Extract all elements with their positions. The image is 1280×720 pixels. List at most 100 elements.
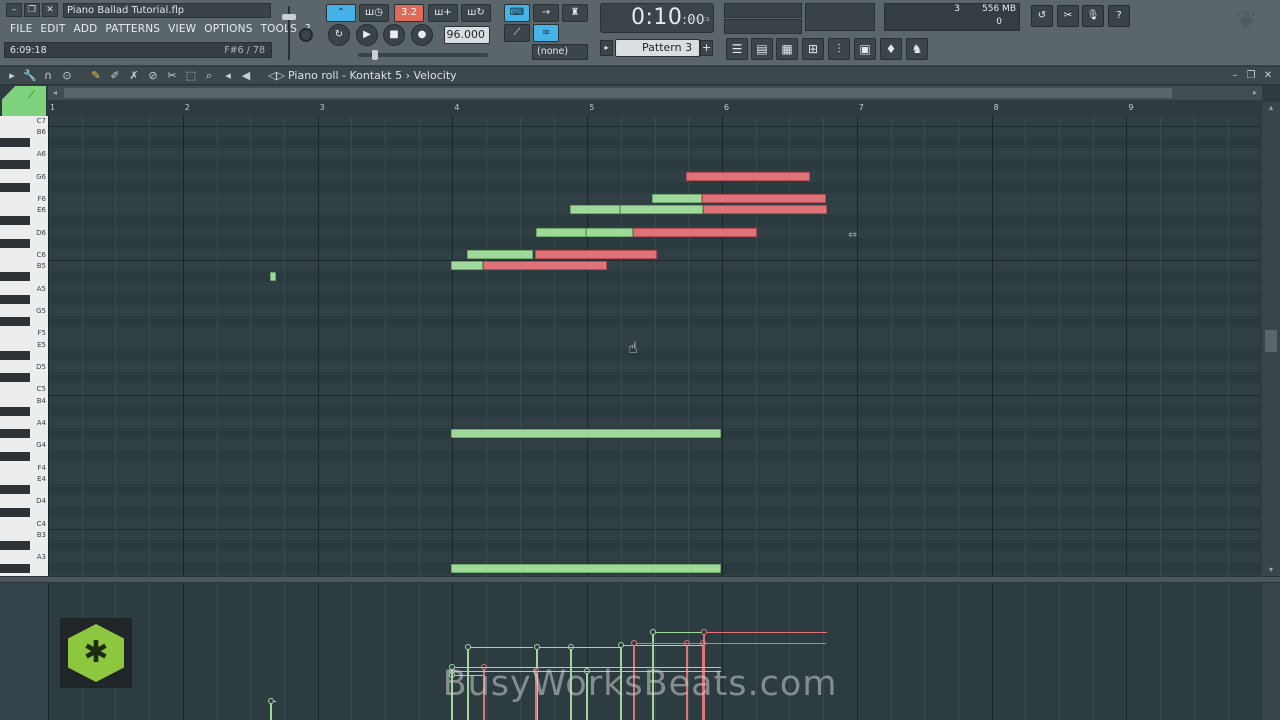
horizontal-scroll-thumb[interactable] [64,88,1172,98]
menu-add[interactable]: ADD [69,22,101,36]
minimize-window-icon[interactable]: – [1228,69,1242,83]
playback-tool-icon[interactable]: ◂ [220,68,236,84]
black-key[interactable] [0,373,30,383]
play-icon[interactable]: ▶ [356,24,378,46]
black-key[interactable] [0,429,30,439]
close-window-icon[interactable]: ✕ [1261,69,1275,83]
piano-keyboard[interactable]: C7 B6 A6 G6 F6 E6 D6 C6 B5 A5 G5 F5 E5 D5 C5 B4 A4 G4 F4 E4… [0,116,48,576]
piano-roll-channel[interactable]: Piano roll - Kontakt 5 [288,69,402,82]
menu-options[interactable]: OPTIONS [200,22,256,36]
black-key[interactable] [0,541,30,551]
velocity-handle[interactable] [465,644,472,651]
browser-icon[interactable]: ⊞ [802,38,824,60]
time-ruler[interactable]: 1 2 3 4 5 6 7 8 9 [48,102,1260,116]
help-icon[interactable]: ? [1108,5,1130,27]
quick-quantize-icon[interactable]: ⟋ [504,24,530,42]
playlist-icon[interactable]: ☰ [726,38,748,60]
tools-wrench-icon[interactable]: 🔧 [22,68,38,84]
delete-tool-icon[interactable]: ✗ [126,68,142,84]
tempo-display[interactable]: 96.000 [444,26,490,44]
editor-splitter[interactable] [0,576,1280,583]
countdown-button[interactable]: 3.2 [394,4,424,22]
velocity-handle[interactable] [617,642,624,649]
wait-for-input-icon[interactable]: ш◷ [359,4,389,22]
menu-file[interactable]: FILE [6,22,36,36]
cut-tools-icon[interactable]: ✂ [1057,5,1079,27]
event-target[interactable]: Velocity [413,69,456,82]
note[interactable] [585,227,634,237]
scroll-up-icon[interactable]: ▴ [1262,102,1280,114]
black-key[interactable] [0,563,30,573]
note[interactable] [703,205,828,215]
pattern-menu-icon[interactable]: ▸ [600,40,613,56]
velocity-handle[interactable] [701,629,708,636]
note[interactable] [701,193,826,203]
menu-patterns[interactable]: PATTERNS [101,22,164,36]
note[interactable] [270,272,277,282]
minimize-icon[interactable]: – [6,3,22,17]
note-grid[interactable] [48,116,1260,576]
plugin-database-icon[interactable]: ♦ [880,38,902,60]
black-key[interactable] [0,137,30,147]
record-icon[interactable]: ● [411,24,433,46]
master-volume-slider[interactable] [281,4,297,62]
velocity-handle[interactable] [631,639,638,646]
note[interactable] [451,563,721,573]
scroll-down-icon[interactable]: ▾ [1262,564,1280,576]
note[interactable] [651,193,702,203]
microphone-icon[interactable]: 🎙 [1082,5,1104,27]
note[interactable] [619,205,704,215]
mixer-icon[interactable]: ⫶ [828,38,850,60]
channel-rack-icon[interactable]: ▤ [751,38,773,60]
note[interactable] [467,249,534,259]
note[interactable] [534,249,658,259]
note[interactable] [451,261,484,271]
note[interactable] [483,261,608,271]
stamp-toggle-button[interactable]: ⟋ [2,86,46,116]
add-pattern-button[interactable]: + [700,40,713,56]
black-key[interactable] [0,507,30,517]
plugin-picker-icon[interactable]: ▣ [854,38,876,60]
time-format-tag[interactable]: M:S:CS [688,6,710,34]
velocity-handle[interactable] [533,644,540,651]
mute-tool-icon[interactable]: ⊘ [145,68,161,84]
snap-select[interactable]: (none) [532,44,588,60]
black-key[interactable] [0,238,30,248]
black-key[interactable] [0,485,30,495]
note[interactable] [569,205,620,215]
blend-notes-icon[interactable]: ♜ [562,4,588,22]
close-icon[interactable]: ✕ [42,3,58,17]
horizontal-scrollbar[interactable]: ◂ ▸ [48,86,1262,100]
piano-roll-icon[interactable]: ▦ [776,38,798,60]
note[interactable] [633,227,758,237]
black-key[interactable] [0,350,30,360]
speaker-icon[interactable]: ◀ [238,68,254,84]
loop-record-icon[interactable]: ш↻ [461,4,491,22]
master-pitch-knob[interactable] [299,28,313,42]
menu-view[interactable]: VIEW [164,22,200,36]
black-key[interactable] [0,216,30,226]
song-pattern-toggle-icon[interactable]: ↻ [328,24,350,46]
magnet-icon[interactable]: ∩ [40,68,56,84]
black-key[interactable] [0,272,30,282]
tempo-slider[interactable] [358,50,488,60]
black-key[interactable] [0,317,30,327]
black-key[interactable] [0,182,30,192]
undo-history-icon[interactable]: ↺ [1031,5,1053,27]
vertical-scrollbar[interactable]: ▴ ▾ [1262,102,1280,576]
typing-keyboard-icon[interactable]: ⌨ [504,4,530,22]
black-key[interactable] [0,406,30,416]
stop-icon[interactable]: ■ [383,24,405,46]
note[interactable] [451,429,721,439]
paint-tool-icon[interactable]: ✐ [107,68,123,84]
options-arrow-icon[interactable]: ▸ [4,68,20,84]
select-tool-icon[interactable]: ⬚ [183,68,199,84]
draw-tool-icon[interactable]: ✎ [88,68,104,84]
step-forward-icon[interactable]: → [533,4,559,22]
scroll-right-icon[interactable]: ▸ [1248,86,1262,100]
restore-icon[interactable]: ❐ [24,3,40,17]
channel-arrows-icon[interactable]: ◁▷ [268,68,285,84]
maximize-window-icon[interactable]: ❐ [1244,69,1258,83]
link-icon[interactable]: ∞ [533,24,559,42]
vertical-scroll-thumb[interactable] [1265,330,1277,352]
